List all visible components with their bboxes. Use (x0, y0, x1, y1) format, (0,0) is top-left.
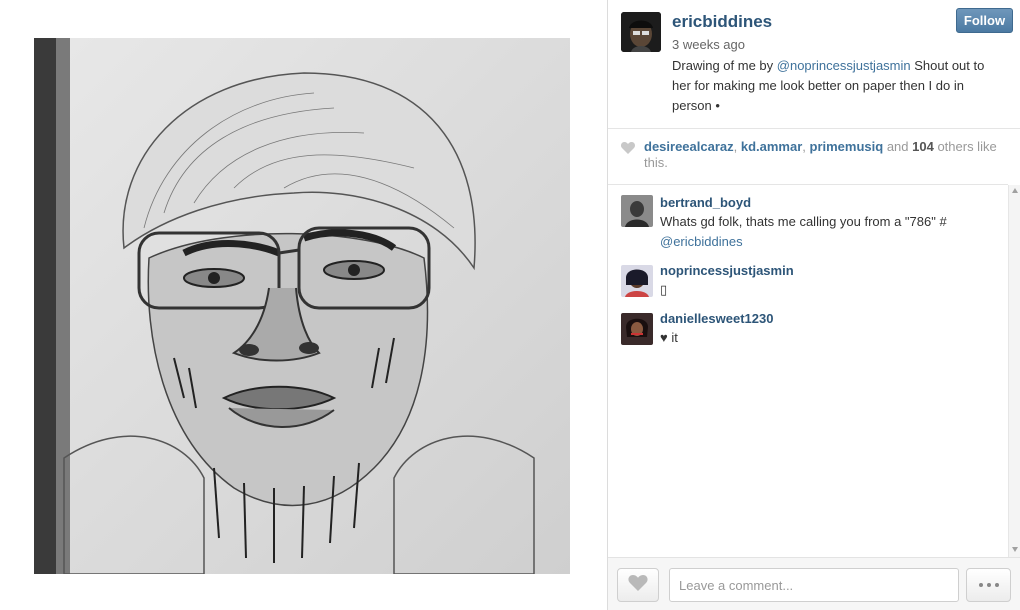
comment-text: ♥ it (660, 330, 678, 345)
owner-username[interactable]: ericbiddines (672, 12, 772, 32)
comment-username[interactable]: daniellesweet1230 (660, 311, 773, 326)
media-area (0, 0, 607, 610)
likes-section: desireealcaraz, kd.ammar, primemusiq and… (608, 129, 1020, 184)
avatar-image (621, 195, 653, 227)
comment-avatar[interactable] (621, 195, 653, 227)
comment-username[interactable]: bertrand_boyd (660, 195, 751, 210)
heart-icon (627, 573, 649, 598)
likes-text: desireealcaraz, kd.ammar, primemusiq and… (644, 139, 1014, 171)
more-dots-icon (978, 583, 983, 587)
caption-text: Drawing of me by (672, 58, 777, 73)
comment-input[interactable] (669, 568, 959, 602)
post-header: ericbiddines 3 weeks ago Drawing of me b… (608, 0, 1020, 128)
likes-and-text: and (883, 139, 913, 154)
follow-button[interactable]: Follow (956, 8, 1013, 33)
post-photo[interactable] (34, 38, 570, 574)
separator: , (733, 139, 741, 154)
post-caption: Drawing of me by @noprincessjustjasmin S… (672, 56, 1004, 116)
more-options-button[interactable] (966, 568, 1011, 602)
comments-scrollbar[interactable] (1008, 185, 1020, 557)
liker-link[interactable]: desireealcaraz (644, 139, 734, 154)
avatar-image (621, 265, 653, 297)
post-sidebar: ericbiddines 3 weeks ago Drawing of me b… (607, 0, 1020, 610)
separator: , (802, 139, 810, 154)
comment-mention-link[interactable]: @ericbiddines (660, 234, 743, 249)
liker-link[interactable]: kd.ammar (741, 139, 802, 154)
comment-text: Whats gd folk, thats me calling you from… (660, 212, 990, 252)
pencil-sketch-portrait-image (34, 38, 570, 574)
avatar-image (621, 12, 661, 52)
comment-text: ▯ (660, 282, 668, 297)
comment-avatar[interactable] (621, 313, 653, 345)
liker-link[interactable]: primemusiq (810, 139, 884, 154)
like-button[interactable] (617, 568, 659, 602)
more-dots-icon (986, 583, 991, 587)
owner-avatar[interactable] (621, 12, 661, 52)
caption-mention-link[interactable]: @noprincessjustjasmin (777, 58, 911, 73)
more-dots-icon (994, 583, 999, 587)
scroll-up-arrow-icon[interactable] (1012, 188, 1018, 193)
comment-username[interactable]: noprincessjustjasmin (660, 263, 794, 278)
comment-body: Whats gd folk, thats me calling you from… (660, 214, 947, 229)
comment-avatar[interactable] (621, 265, 653, 297)
comments-list: bertrand_boyd Whats gd folk, thats me ca… (608, 185, 1008, 555)
likes-count[interactable]: 104 (912, 139, 934, 154)
scroll-down-arrow-icon[interactable] (1012, 547, 1018, 552)
avatar-image (621, 313, 653, 345)
heart-icon (620, 140, 636, 156)
post-timestamp[interactable]: 3 weeks ago (672, 37, 745, 52)
comment-footer (608, 557, 1020, 610)
